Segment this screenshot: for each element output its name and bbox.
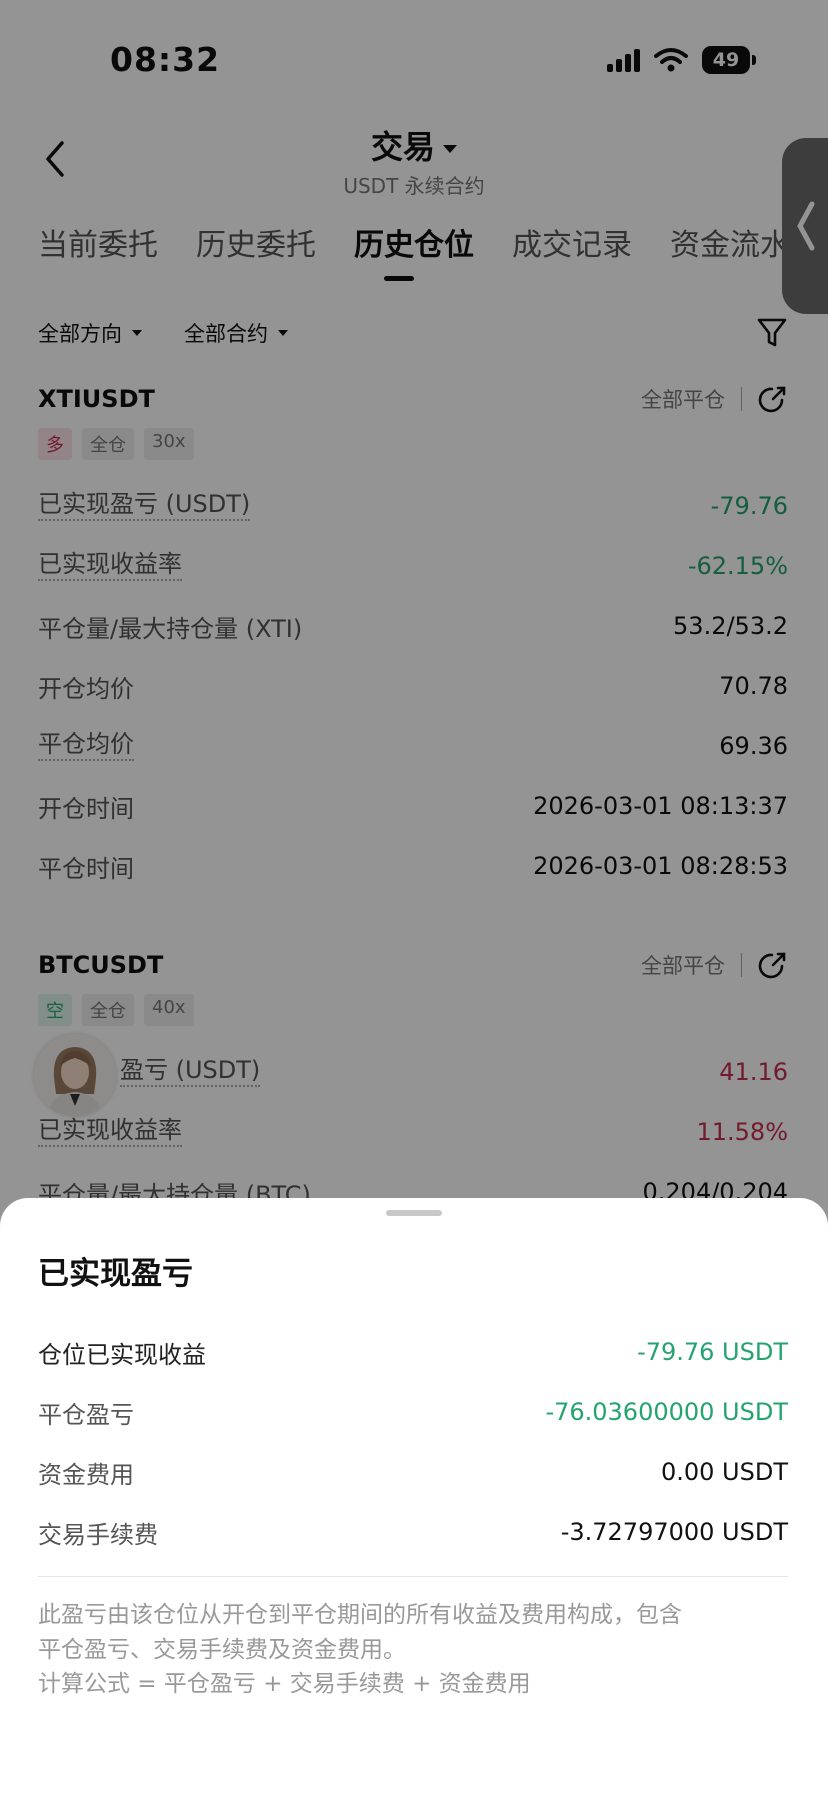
funding-fee-row: 资金费用 0.00 USDT [38, 1452, 788, 1492]
note-line: 此盈亏由该仓位从开仓到平仓期间的所有收益及费用构成，包含 [38, 1602, 682, 1628]
row-label: 仓位已实现收益 [38, 1340, 206, 1369]
row-value: -3.72797000 USDT [560, 1518, 788, 1546]
row-label: 交易手续费 [38, 1520, 158, 1549]
row-label: 平仓盈亏 [38, 1400, 134, 1429]
row-value: 0.00 USDT [660, 1458, 788, 1486]
close-pnl-row: 平仓盈亏 -76.03600000 USDT [38, 1392, 788, 1432]
row-value: -79.76 USDT [637, 1338, 788, 1366]
note-line: 平仓盈亏、交易手续费及资金费用。 [38, 1636, 406, 1663]
row-label: 资金费用 [38, 1460, 134, 1489]
position-realized-income-row: 仓位已实现收益 -79.76 USDT [38, 1332, 788, 1372]
pnl-explanation-note: 此盈亏由该仓位从开仓到平仓期间的所有收益及费用构成，包含 平仓盈亏、交易手续费及… [38, 1598, 790, 1702]
row-value: -76.03600000 USDT [545, 1398, 788, 1426]
sheet-title: 已实现盈亏 [38, 1256, 193, 1292]
note-line: 计算公式 = 平仓盈亏 + 交易手续费 + 资金费用 [38, 1671, 531, 1697]
sheet-divider [38, 1576, 788, 1577]
sheet-drag-handle[interactable] [386, 1210, 442, 1216]
trade-history-screen: 08:32 49 交易 USDT 永续合约 当前委托 历史委托 历史仓位 成交记… [0, 0, 828, 1800]
trading-fee-row: 交易手续费 -3.72797000 USDT [38, 1512, 788, 1552]
